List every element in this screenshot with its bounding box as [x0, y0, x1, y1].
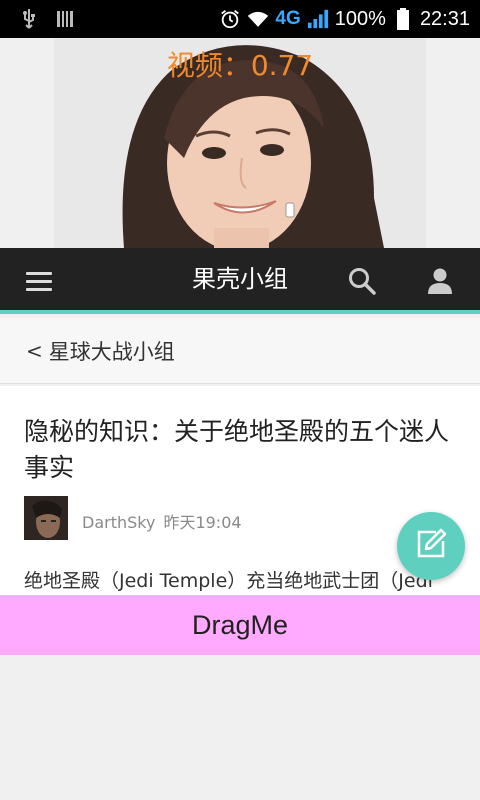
usb-icon [18, 8, 40, 30]
group-name: 星球大战小组 [48, 339, 175, 364]
author-avatar[interactable] [24, 496, 68, 540]
author-meta: DarthSky 昨天19:04 [82, 509, 242, 533]
clock: 22:31 [419, 7, 470, 30]
app-toolbar: 果壳小组 [0, 248, 480, 314]
alarm-icon [219, 8, 241, 30]
post-time: 昨天19:04 [163, 513, 242, 532]
edit-icon [414, 527, 448, 565]
network-type: 4G [275, 8, 301, 29]
author-name[interactable]: DarthSky [82, 513, 155, 532]
menu-icon[interactable] [22, 266, 58, 296]
user-icon[interactable] [424, 265, 456, 297]
drag-me-handle[interactable]: DragMe [0, 595, 480, 655]
compose-button[interactable] [397, 512, 465, 580]
battery-percent: 100% [334, 7, 386, 30]
wifi-icon [247, 8, 269, 30]
video-progress-label: 视频：0.77 [166, 49, 314, 82]
back-arrow-icon: < [26, 338, 43, 363]
toolbar-title: 果壳小组 [192, 265, 288, 293]
search-icon[interactable] [346, 265, 378, 297]
signal-icon [307, 8, 329, 30]
storage-icon [54, 8, 76, 30]
battery-icon [392, 8, 414, 30]
back-to-group-button[interactable]: < 星球大战小组 [0, 318, 480, 384]
article-title[interactable]: 隐秘的知识：关于绝地圣殿的五个迷人事实 [24, 414, 464, 486]
video-area[interactable]: 视频：0.77 [0, 38, 480, 248]
status-bar: 4G 100% 22:31 [0, 0, 480, 38]
